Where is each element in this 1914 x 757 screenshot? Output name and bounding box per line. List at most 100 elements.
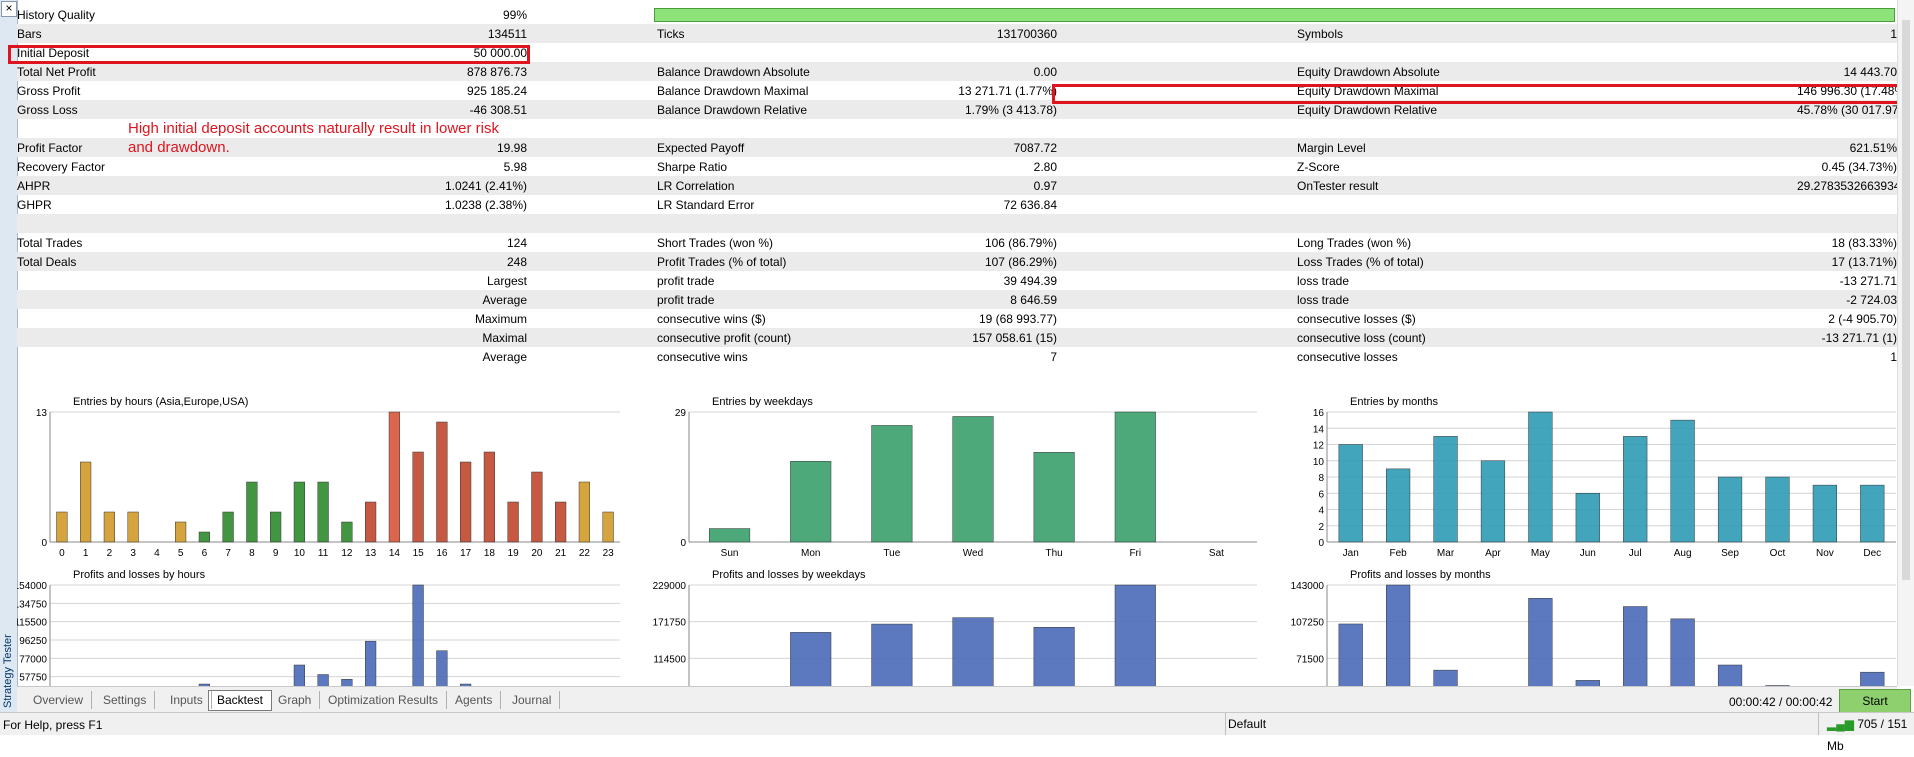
x-tick-label: Mon — [801, 548, 820, 559]
chart-bar — [532, 472, 543, 542]
chart-bar — [872, 624, 913, 686]
x-tick-label: 16 — [436, 548, 448, 559]
stats-label-3: Equity Drawdown Absolute — [1297, 65, 1440, 79]
signal-icon: ▂▄▆ — [1827, 717, 1854, 731]
x-tick-label: Aug — [1674, 548, 1692, 559]
tab-agents[interactable]: Agents — [447, 691, 501, 709]
tab-settings[interactable]: Settings — [95, 691, 155, 709]
close-icon[interactable]: × — [1, 1, 17, 17]
y-tick-label: 29 — [675, 408, 687, 419]
y-tick-label: 0 — [41, 538, 47, 549]
stats-value-2: 13 271.71 (1.77%) — [957, 84, 1057, 98]
stats-value-2: 131700360 — [957, 27, 1057, 41]
stats-value-2: 39 494.39 — [957, 274, 1057, 288]
x-tick-label: 20 — [531, 548, 543, 559]
x-tick-label: 6 — [202, 548, 208, 559]
chart-title: Entries by weekdays — [712, 396, 813, 408]
chart-title: Profits and losses by hours — [73, 569, 206, 581]
chart-bar — [342, 522, 353, 542]
x-tick-label: 13 — [365, 548, 377, 559]
stats-row — [17, 214, 1897, 233]
stats-label-3: consecutive losses — [1297, 350, 1398, 364]
x-tick-label: Dec — [1863, 548, 1881, 559]
history-quality-label: History Quality — [17, 8, 95, 22]
x-tick-label: Fri — [1129, 548, 1141, 559]
stats-label-2: LR Correlation — [657, 179, 734, 193]
chart-bar — [1766, 477, 1790, 542]
y-tick-label: 143000 — [1291, 581, 1325, 592]
chart-bar — [555, 502, 566, 542]
y-tick-label: 0 — [1318, 538, 1324, 549]
chart-bar — [1481, 461, 1505, 542]
tab-overview[interactable]: Overview — [25, 691, 92, 709]
test-timer: 00:00:42 / 00:00:42 — [1729, 695, 1832, 709]
chart-bar — [1671, 619, 1695, 686]
chart-bar — [365, 502, 376, 542]
stats-value-2: 7087.72 — [957, 141, 1057, 155]
stats-row: Total Deals248Profit Trades (% of total)… — [17, 252, 1897, 271]
stats-label-1: GHPR — [17, 198, 52, 212]
chart-bar — [128, 512, 139, 542]
stats-value-1: 134511 — [437, 27, 527, 41]
x-tick-label: Nov — [1816, 548, 1834, 559]
annotation-note: High initial deposit accounts naturally … — [128, 119, 528, 157]
x-tick-label: 5 — [178, 548, 184, 559]
y-tick-label: 134750 — [17, 599, 47, 610]
stats-row: Total Trades124Short Trades (won %)106 (… — [17, 233, 1897, 252]
stats-value-1: 5.98 — [437, 160, 527, 174]
status-bar: For Help, press F1 Default ▂▄▆ 705 / 151… — [0, 712, 1914, 735]
tab-inputs[interactable]: Inputs — [162, 691, 212, 709]
stats-value-1: 248 — [437, 255, 527, 269]
stats-value-1: Maximal — [437, 331, 527, 345]
tab-optimization-results[interactable]: Optimization Results — [320, 691, 447, 709]
stats-label-1: Total Net Profit — [17, 65, 96, 79]
chart-bar — [365, 641, 376, 686]
chart-bar — [437, 422, 448, 542]
stats-value-2: 19 (68 993.77) — [957, 312, 1057, 326]
tab-journal[interactable]: Journal — [504, 691, 560, 709]
stats-label-2: consecutive profit (count) — [657, 331, 791, 345]
history-quality-bar — [654, 8, 1895, 22]
history-quality-row: History Quality 99% — [17, 5, 1897, 24]
y-tick-label: 0 — [680, 538, 686, 549]
stats-label-2: Sharpe Ratio — [657, 160, 727, 174]
stats-label-2: Balance Drawdown Absolute — [657, 65, 810, 79]
chart-bar — [413, 585, 424, 686]
chart-title: Entries by months — [1350, 396, 1439, 408]
y-tick-label: 107250 — [1291, 618, 1325, 629]
chart-bar — [294, 482, 305, 542]
chart-bar — [175, 522, 186, 542]
stats-value-3: 1 — [1797, 27, 1897, 41]
chart-bar — [460, 462, 471, 542]
chart-bar — [709, 529, 750, 542]
scrollbar-thumb[interactable] — [1902, 20, 1910, 580]
stats-value-1: Largest — [437, 274, 527, 288]
stats-row: Averageprofit trade8 646.59loss trade-2 … — [17, 290, 1897, 309]
x-tick-label: Sun — [721, 548, 739, 559]
charts-svg: Entries by hours (Asia,Europe,USA)130012… — [17, 390, 1897, 686]
vertical-scrollbar[interactable] — [1897, 0, 1914, 686]
x-tick-label: 9 — [273, 548, 279, 559]
stats-label-2: consecutive wins ($) — [657, 312, 766, 326]
stats-value-1: Maximum — [437, 312, 527, 326]
x-tick-label: 7 — [225, 548, 231, 559]
chart-bar — [80, 462, 91, 542]
y-tick-label: 114500 — [653, 654, 686, 665]
stats-value-2: 157 058.61 (15) — [957, 331, 1057, 345]
tab-graph[interactable]: Graph — [270, 691, 320, 709]
stats-row: Total Net Profit878 876.73Balance Drawdo… — [17, 62, 1897, 81]
chart-bar — [1034, 627, 1075, 686]
start-button[interactable]: Start — [1839, 689, 1911, 713]
x-tick-label: 14 — [389, 548, 401, 559]
stats-value-2: 106 (86.79%) — [957, 236, 1057, 250]
chart-bar — [603, 512, 614, 542]
y-tick-label: 2 — [1318, 522, 1324, 533]
y-tick-label: 229000 — [653, 581, 687, 592]
x-tick-label: 1 — [83, 548, 89, 559]
chart-bar — [1718, 477, 1742, 542]
stats-value-3: 1 — [1797, 350, 1897, 364]
chart-bar — [1434, 436, 1458, 542]
stats-label-1: Total Trades — [17, 236, 82, 250]
tab-backtest[interactable]: Backtest — [208, 690, 272, 711]
stats-value-1: 925 185.24 — [437, 84, 527, 98]
